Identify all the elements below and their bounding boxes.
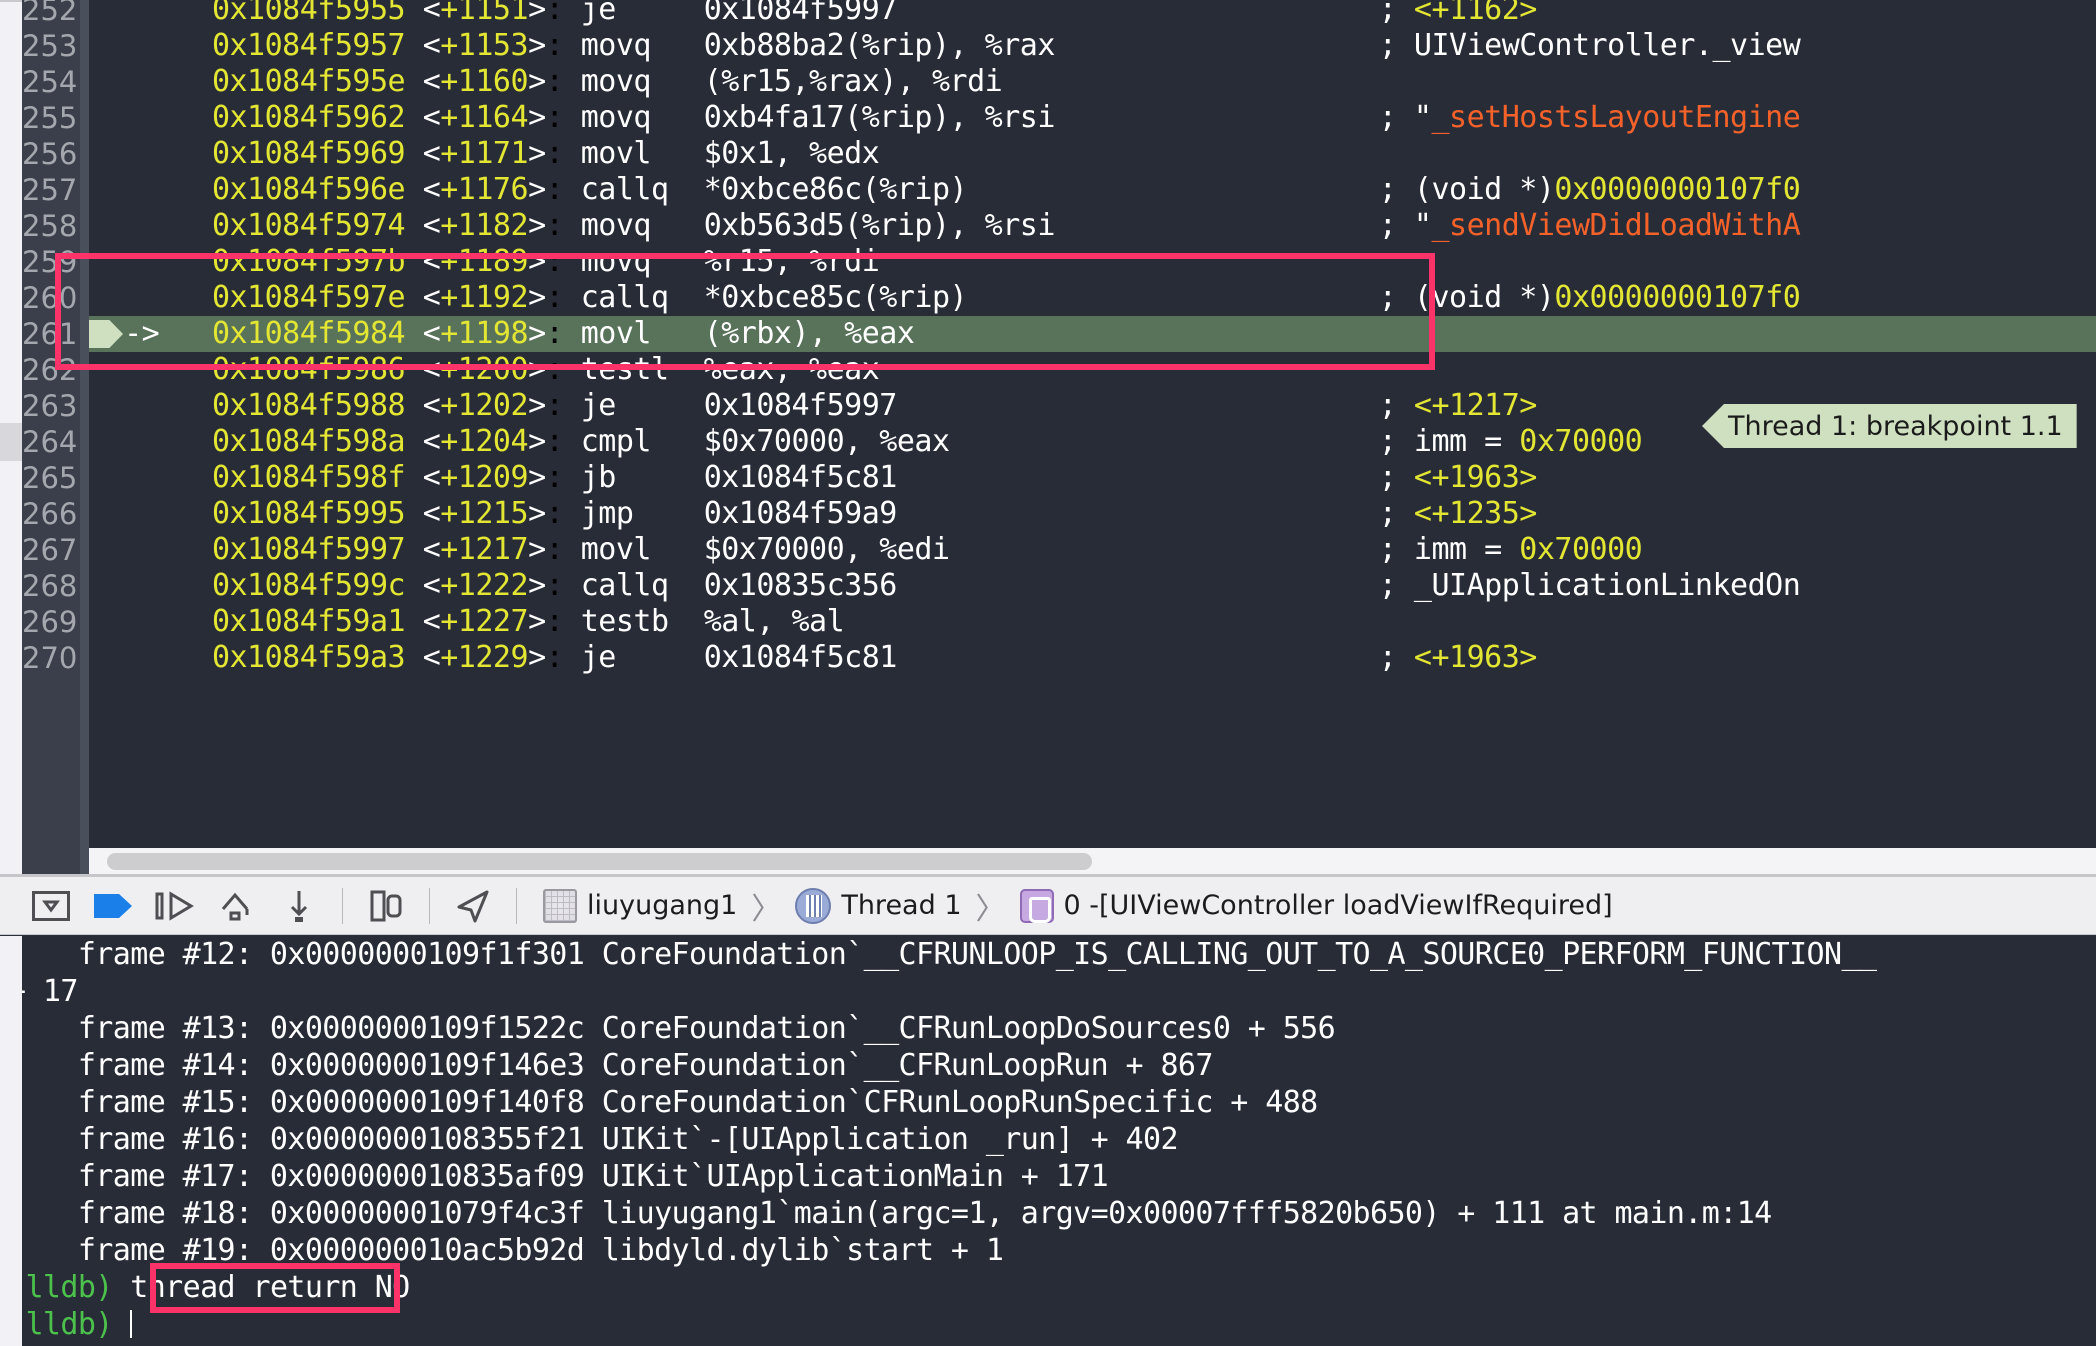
toolbar-separator <box>342 887 343 924</box>
line-number: 256 <box>22 137 78 171</box>
disassembly-row[interactable]: 0x1084f59a3 <+1229>: je 0x1084f5c81 ; <+… <box>89 640 2096 676</box>
panel-toggle-icon <box>32 890 70 921</box>
console-output[interactable]: frame #12: 0x0000000109f1f301 CoreFounda… <box>0 936 2096 1346</box>
disassembly-row[interactable]: 0x1084f5957 <+1153>: movq 0xb88ba2(%rip)… <box>89 28 2096 64</box>
console-left-edge <box>0 936 22 1346</box>
line-number: 265 <box>22 461 78 495</box>
chevron-right-icon-2: 〉 <box>975 891 1006 927</box>
disassembly-row-current[interactable]: -> 0x1084f5984 <+1198>: movl (%rbx), %ea… <box>89 316 2096 352</box>
step-over-icon <box>155 890 194 921</box>
line-number: 263 <box>22 389 78 423</box>
line-number-gutter: 252 253 254 255 256 257 258 259 260 261 262 263 264 2… <box>22 0 80 874</box>
gutter-divider <box>80 0 89 874</box>
vertical-scroll-thumb[interactable] <box>0 423 22 461</box>
console-line: frame #15: 0x0000000109f140f8 CoreFounda… <box>8 1085 1318 1120</box>
line-number: 262 <box>22 353 78 387</box>
lldb-prompt: (lldb) <box>8 1270 113 1305</box>
console-lines: frame #12: 0x0000000109f1f301 CoreFounda… <box>0 936 2096 1269</box>
process-icon <box>543 888 577 923</box>
breadcrumb-label-process: liuyugang1 <box>587 890 738 921</box>
console-prompt-line-2[interactable]: (lldb) <box>0 1306 2096 1343</box>
console-prompt-line[interactable]: (lldb) thread return NO <box>0 1269 2096 1306</box>
line-number: 268 <box>22 569 78 603</box>
disassembly-row[interactable]: 0x1084f597b <+1189>: movq %r15, %rdi <box>89 244 2096 280</box>
disassembly-row[interactable]: 0x1084f5995 <+1215>: jmp 0x1084f59a9 ; <… <box>89 496 2096 532</box>
line-number: 259 <box>22 245 78 279</box>
debug-toolbar[interactable]: liuyugang1 〉 Thread 1 〉 0 -[UIViewContro… <box>0 877 2096 935</box>
disassembly-row[interactable]: 0x1084f597e <+1192>: callq *0xbce85c(%ri… <box>89 280 2096 316</box>
continue-icon <box>94 893 132 918</box>
console-line: frame #13: 0x0000000109f1522c CoreFounda… <box>8 1011 1336 1046</box>
disassembly-row[interactable]: 0x1084f5955 <+1151>: je 0x1084f5997 ; <+… <box>89 0 2096 28</box>
disassembly-row[interactable]: 0x1084f5974 <+1182>: movq 0xb563d5(%rip)… <box>89 208 2096 244</box>
step-out-icon <box>290 890 308 922</box>
line-number: 266 <box>22 497 78 531</box>
disassembly-pane[interactable]: 252 253 254 255 256 257 258 259 260 261 262 263 264 2… <box>0 0 2096 874</box>
line-number: 270 <box>22 641 78 675</box>
console-line: frame #17: 0x000000010835af09 UIKit`UIAp… <box>8 1159 1109 1194</box>
breadcrumb-item-thread[interactable]: Thread 1 <box>791 887 965 924</box>
horizontal-scrollbar[interactable] <box>89 848 2096 874</box>
line-number: 257 <box>22 173 78 207</box>
step-over-button[interactable] <box>144 877 206 935</box>
console-line: frame #12: 0x0000000109f1f301 CoreFounda… <box>8 937 1877 972</box>
step-into-button[interactable] <box>206 877 268 935</box>
thread-icon <box>795 887 832 924</box>
console-line: frame #14: 0x0000000109f146e3 CoreFounda… <box>8 1048 1214 1083</box>
scrollbar-top-cap <box>0 0 22 2</box>
disassembly-row[interactable]: 0x1084f5962 <+1164>: movq 0xb4fa17(%rip)… <box>89 100 2096 136</box>
breadcrumb-item-frame[interactable]: 0 -[UIViewController loadViewIfRequired] <box>1016 888 1617 923</box>
disassembly-row[interactable]: 0x1084f595e <+1160>: movq (%r15,%rax), %… <box>89 64 2096 100</box>
breadcrumb-item-process[interactable]: liuyugang1 <box>539 888 741 923</box>
console-line: frame #18: 0x00000001079f4c3f liuyugang1… <box>8 1196 1772 1231</box>
breadcrumb[interactable]: liuyugang1 〉 Thread 1 〉 0 -[UIViewContro… <box>539 884 1617 928</box>
line-number: 261 <box>22 317 78 351</box>
line-number: 267 <box>22 533 78 567</box>
continue-button[interactable] <box>82 877 144 935</box>
disassembly-row[interactable]: 0x1084f5997 <+1217>: movl $0x70000, %edi… <box>89 532 2096 568</box>
console-line: frame #19: 0x000000010ac5b92d libdyld.dy… <box>8 1233 1004 1268</box>
location-arrow-icon <box>457 890 489 922</box>
debug-view-hierarchy-button[interactable] <box>355 877 417 935</box>
simulate-location-button[interactable] <box>442 877 504 935</box>
console-line: + 17 <box>8 974 78 1009</box>
toolbar-separator-2 <box>429 887 430 924</box>
disassembly-row[interactable]: 0x1084f596e <+1176>: callq *0xbce86c(%ri… <box>89 172 2096 208</box>
breakpoint-balloon-label: Thread 1: breakpoint 1.1 <box>1728 410 2063 442</box>
step-into-icon <box>221 892 249 920</box>
breadcrumb-label-frame: 0 -[UIViewController loadViewIfRequired] <box>1063 890 1613 921</box>
line-number: 255 <box>22 101 78 135</box>
line-number: 269 <box>22 605 78 639</box>
editor-left-scrollbar[interactable] <box>0 0 22 874</box>
disassembly-row[interactable]: 0x1084f5969 <+1171>: movl $0x1, %edx <box>89 136 2096 172</box>
line-number: 252 <box>22 0 78 27</box>
frame-icon <box>1019 888 1054 923</box>
lldb-command[interactable]: thread return NO <box>113 1270 410 1305</box>
line-number: 264 <box>22 425 78 459</box>
line-number: 253 <box>22 29 78 63</box>
horizontal-scroll-thumb[interactable] <box>107 853 1092 870</box>
line-number: 260 <box>22 281 78 315</box>
view-hierarchy-icon <box>370 890 402 921</box>
lldb-prompt-2: (lldb) <box>8 1307 113 1342</box>
toolbar-separator-3 <box>516 887 517 924</box>
disassembly-row[interactable]: 0x1084f5986 <+1200>: testl %eax, %eax <box>89 352 2096 388</box>
hide-debug-area-button[interactable] <box>20 877 82 935</box>
line-number: 258 <box>22 209 78 243</box>
breadcrumb-label-thread: Thread 1 <box>841 890 962 921</box>
console-line: frame #16: 0x0000000108355f21 UIKit`-[UI… <box>8 1122 1179 1157</box>
step-out-button[interactable] <box>268 877 330 935</box>
disassembly-row[interactable]: 0x1084f59a1 <+1227>: testb %al, %al <box>89 604 2096 640</box>
breakpoint-balloon[interactable]: Thread 1: breakpoint 1.1 <box>1702 404 2077 448</box>
console-input[interactable] <box>113 1307 133 1342</box>
chevron-right-icon: 〉 <box>751 891 782 927</box>
disassembly-row[interactable]: 0x1084f598f <+1209>: jb 0x1084f5c81 ; <+… <box>89 460 2096 496</box>
line-number: 254 <box>22 65 78 99</box>
disassembly-row[interactable]: 0x1084f599c <+1222>: callq 0x10835c356 ;… <box>89 568 2096 604</box>
